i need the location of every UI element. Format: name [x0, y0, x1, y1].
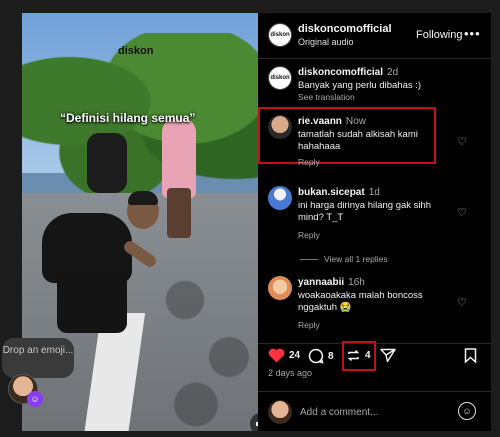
- see-translation-link[interactable]: See translation: [298, 92, 355, 102]
- comment-avatar-text: diskon: [270, 75, 290, 81]
- comment-like-icon[interactable]: ♡: [457, 135, 467, 148]
- replies-divider: [300, 258, 318, 260]
- comment-header: yannaabii 16h: [298, 277, 365, 288]
- post-header: diskon diskoncomofficial Original audio …: [258, 13, 491, 59]
- comment-time: Now: [345, 116, 366, 127]
- viewer-root: diskon “Definisi hilang semua” Drop an e…: [0, 0, 500, 437]
- view-replies-link[interactable]: View all 1 replies: [300, 254, 388, 264]
- video-caption: “Definisi hilang semua”: [60, 111, 196, 125]
- comment-avatar[interactable]: diskon: [268, 66, 292, 90]
- comment-time: 2d: [387, 67, 399, 78]
- video-person-pink: [162, 118, 196, 198]
- comment-button[interactable]: 8: [308, 348, 334, 364]
- author-avatar[interactable]: diskon: [268, 23, 292, 47]
- person-legs: [57, 273, 127, 333]
- following-button[interactable]: Following: [416, 29, 462, 41]
- like-count: 24: [289, 350, 301, 361]
- video-shadows: [152, 243, 258, 431]
- comment-header: bukan.sicepat 1d: [298, 187, 380, 198]
- post-panel: diskon diskoncomofficial Original audio …: [258, 13, 491, 431]
- save-button[interactable]: [464, 348, 477, 363]
- author-avatar-text: diskon: [270, 32, 290, 38]
- audio-label[interactable]: Original audio: [298, 37, 354, 47]
- like-button[interactable]: 24: [268, 348, 300, 363]
- comment-header: rie.vaann Now: [298, 116, 366, 127]
- video-person-crouching: [42, 191, 159, 343]
- comment-count: 8: [328, 350, 334, 362]
- send-icon: [380, 348, 396, 363]
- comment-text: Banyak yang perlu dibahas :): [298, 80, 422, 91]
- comment-avatar[interactable]: [268, 186, 292, 210]
- repost-count: 4: [365, 350, 371, 361]
- smile-icon: ☺: [30, 394, 40, 404]
- comment-text: ini harga dirinya hilang gak sihh mind? …: [298, 200, 432, 223]
- more-options-icon[interactable]: •••: [464, 26, 481, 41]
- comment-text: woakaoakaka malah boncoss nggaktuh 😭: [298, 290, 423, 313]
- comment-username[interactable]: bukan.sicepat: [298, 187, 365, 198]
- video-person-pink-legs: [167, 188, 191, 238]
- view-replies-label: View all 1 replies: [324, 254, 388, 264]
- emoji-drop-tooltip[interactable]: Drop an emoji...: [2, 338, 74, 378]
- comment-bubble-icon: [308, 348, 324, 364]
- add-comment-input[interactable]: [300, 404, 440, 420]
- comment-username[interactable]: diskoncomofficial: [298, 67, 383, 78]
- comment-like-icon[interactable]: ♡: [457, 206, 467, 219]
- post-date: 2 days ago: [268, 368, 313, 378]
- comment-avatar[interactable]: [268, 276, 292, 300]
- person-hair: [128, 191, 158, 205]
- comment-username[interactable]: rie.vaann: [298, 116, 342, 127]
- author-username[interactable]: diskoncomofficial: [298, 23, 392, 35]
- bookmark-icon: [464, 348, 477, 363]
- current-user-avatar: [268, 400, 292, 424]
- heart-filled-icon: [268, 348, 285, 363]
- comment-header: diskoncomofficial 2d: [298, 67, 398, 78]
- brand-watermark: diskon: [118, 45, 154, 57]
- reply-link[interactable]: Reply: [298, 320, 320, 330]
- repost-button[interactable]: 4: [346, 348, 371, 363]
- emoji-reaction-badge[interactable]: ☺: [27, 391, 43, 407]
- repost-icon: [346, 348, 361, 363]
- comment-time: 1d: [368, 187, 380, 198]
- comment-username[interactable]: yannaabii: [298, 277, 344, 288]
- video-person-background: [87, 133, 127, 193]
- reply-link[interactable]: Reply: [298, 157, 320, 167]
- emoji-picker-icon[interactable]: ☺: [458, 402, 476, 420]
- comment-avatar[interactable]: [268, 115, 292, 139]
- comment-text: tamatlah sudah alkisah kami hahahaaa: [298, 129, 418, 152]
- share-button[interactable]: [380, 348, 396, 363]
- comment-like-icon[interactable]: ♡: [457, 296, 467, 309]
- reply-link[interactable]: Reply: [298, 230, 320, 240]
- comment-composer: ☺: [258, 391, 491, 431]
- comment-time: 16h: [348, 277, 365, 288]
